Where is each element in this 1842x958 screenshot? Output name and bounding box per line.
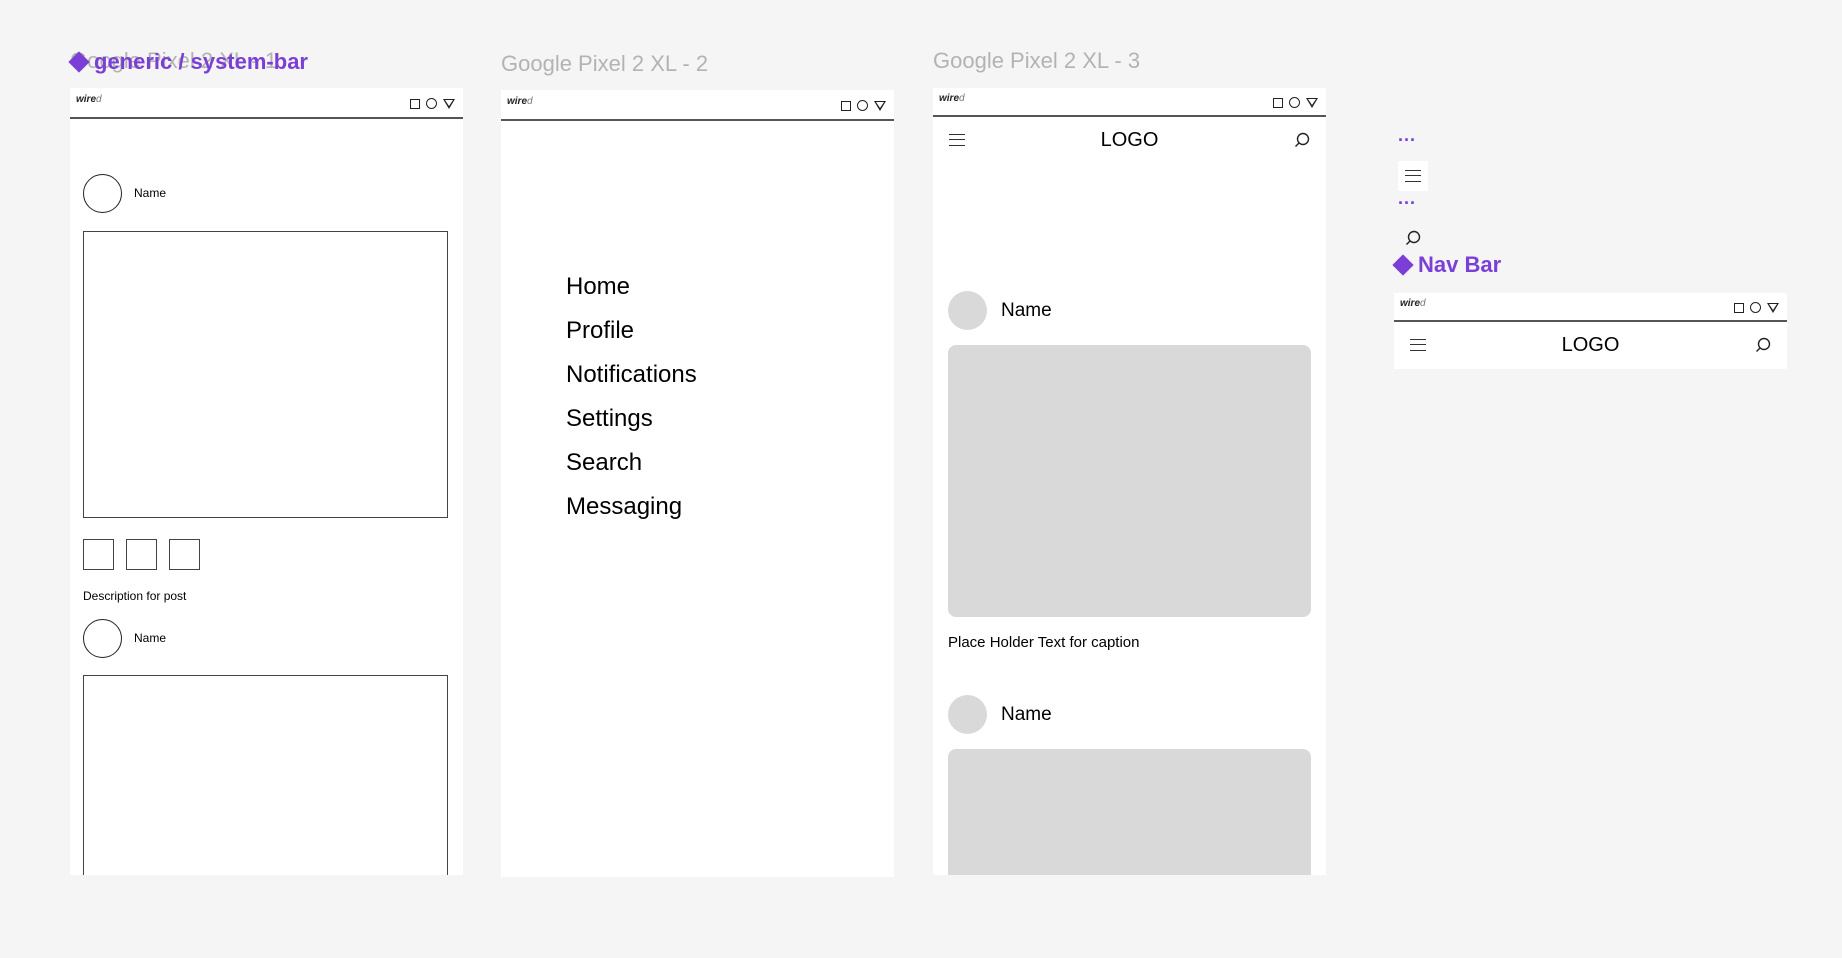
frame-title-3: Google Pixel 2 XL - 3 bbox=[933, 48, 1141, 73]
nav-bar: LOGO bbox=[933, 117, 1326, 164]
triangle-icon bbox=[443, 98, 455, 109]
system-bar: wired bbox=[933, 88, 1326, 117]
system-bar: wired bbox=[70, 88, 463, 119]
frame-1[interactable]: wired Name Description for post Name bbox=[70, 88, 463, 875]
square-icon bbox=[1273, 97, 1283, 108]
square-icon bbox=[841, 100, 851, 111]
post-author-name: Name bbox=[134, 186, 167, 200]
frame-title-2: Google Pixel 2 XL - 2 bbox=[501, 51, 709, 76]
post-description: Description for post bbox=[83, 589, 187, 603]
avatar[interactable] bbox=[948, 695, 987, 734]
component-dots: ... bbox=[1398, 188, 1417, 208]
square-icon bbox=[410, 98, 420, 109]
system-bar-component-label: generic / system-bar bbox=[94, 49, 308, 74]
system-bar-brand: wired bbox=[76, 94, 102, 105]
nav-bar-component[interactable]: wired LOGO bbox=[1394, 293, 1787, 369]
nav-bar-component-label: Nav Bar bbox=[1418, 252, 1502, 277]
frame-3[interactable]: wired LOGO Name Place Holder Text for ca… bbox=[933, 88, 1326, 875]
nav-bar: LOGO bbox=[1394, 322, 1787, 369]
component-icon bbox=[1392, 254, 1414, 276]
post-author-name: Name bbox=[1001, 300, 1052, 321]
frame-2[interactable]: wired Home Profile Notifications Setting… bbox=[501, 90, 894, 877]
search-icon[interactable] bbox=[1755, 337, 1771, 353]
menu-item-messaging[interactable]: Messaging bbox=[566, 493, 682, 521]
system-bar-brand: wired bbox=[507, 96, 533, 107]
logo[interactable]: LOGO bbox=[1394, 334, 1787, 357]
hamburger-menu-icon bbox=[1405, 170, 1421, 182]
triangle-icon bbox=[1306, 97, 1318, 108]
system-bar-brand: wired bbox=[1400, 298, 1426, 309]
action-button-1[interactable] bbox=[83, 539, 114, 570]
hamburger-component[interactable] bbox=[1398, 161, 1428, 191]
circle-icon bbox=[857, 100, 868, 111]
action-button-2[interactable] bbox=[126, 539, 157, 570]
post-author-name: Name bbox=[134, 631, 167, 645]
post-image-placeholder[interactable] bbox=[83, 231, 448, 518]
post-image-placeholder[interactable] bbox=[83, 675, 448, 875]
post-author-name: Name bbox=[1001, 704, 1052, 725]
system-bar: wired bbox=[501, 90, 894, 121]
logo[interactable]: LOGO bbox=[933, 129, 1326, 152]
post-image-placeholder[interactable] bbox=[948, 345, 1311, 617]
post-image-placeholder[interactable] bbox=[948, 749, 1311, 875]
menu-item-settings[interactable]: Settings bbox=[566, 405, 653, 433]
menu-item-notifications[interactable]: Notifications bbox=[566, 361, 697, 389]
system-bar-component-title[interactable]: generic / system-bar bbox=[68, 49, 308, 75]
triangle-icon bbox=[1767, 302, 1779, 313]
circle-icon bbox=[426, 98, 437, 109]
component-dots: ... bbox=[1398, 125, 1417, 145]
circle-icon bbox=[1750, 302, 1761, 313]
menu-item-home[interactable]: Home bbox=[566, 273, 630, 301]
square-icon bbox=[1734, 302, 1744, 313]
circle-icon bbox=[1289, 97, 1300, 108]
menu-item-profile[interactable]: Profile bbox=[566, 317, 634, 345]
action-button-3[interactable] bbox=[169, 539, 200, 570]
search-icon bbox=[1406, 230, 1421, 245]
system-bar-brand: wired bbox=[939, 93, 965, 104]
triangle-icon bbox=[874, 100, 886, 111]
avatar[interactable] bbox=[83, 619, 122, 658]
post-caption: Place Holder Text for caption bbox=[948, 634, 1140, 651]
search-component[interactable] bbox=[1398, 224, 1428, 254]
avatar[interactable] bbox=[948, 291, 987, 330]
component-icon bbox=[68, 51, 90, 73]
nav-bar-component-title[interactable]: Nav Bar bbox=[1392, 252, 1502, 278]
avatar[interactable] bbox=[83, 174, 122, 213]
menu-item-search[interactable]: Search bbox=[566, 449, 642, 477]
system-bar: wired bbox=[1394, 293, 1787, 322]
search-icon[interactable] bbox=[1294, 132, 1310, 148]
